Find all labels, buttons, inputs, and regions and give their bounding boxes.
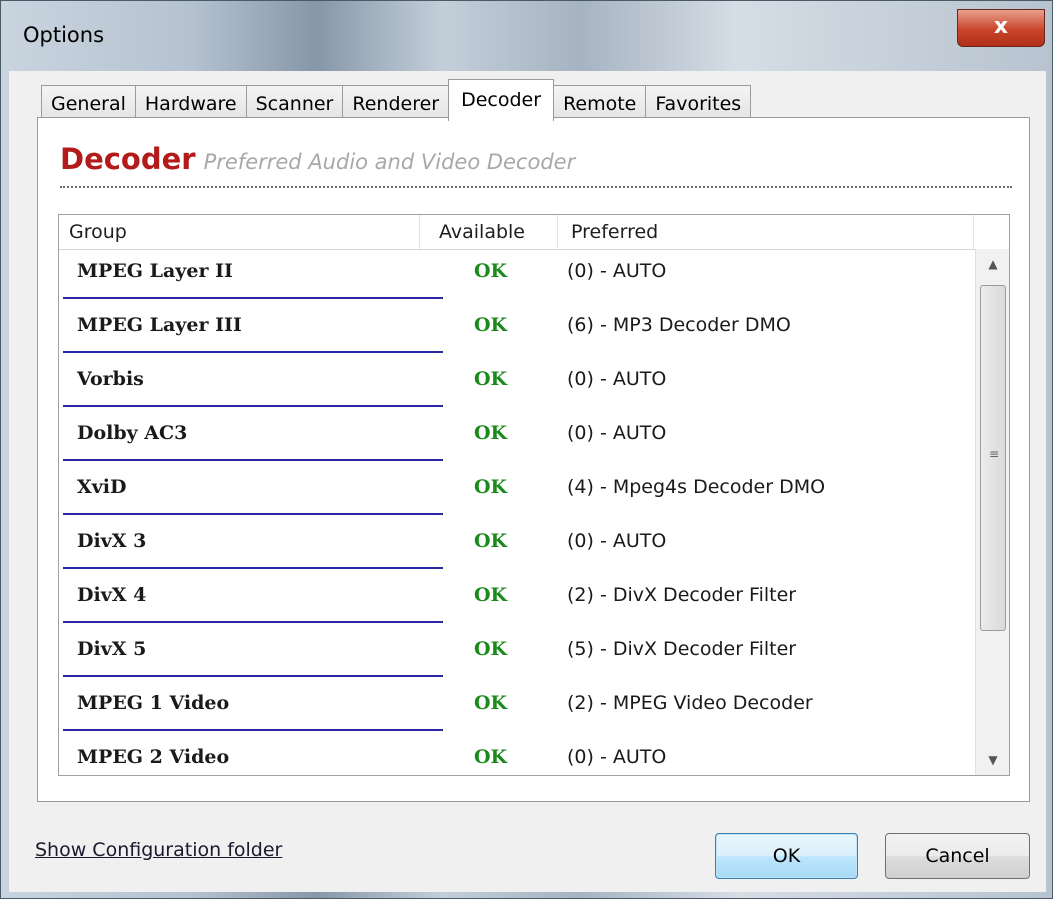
available-cell: OK [474,260,508,282]
list-item[interactable]: MPEG 2 Video OK (0) - AUTO [59,735,975,775]
tab-hardware[interactable]: Hardware [134,85,247,121]
group-cell: DivX 4 [77,584,147,606]
preferred-cell[interactable]: (2) - DivX Decoder Filter [567,584,796,606]
column-header-group[interactable]: Group [69,221,127,243]
tab-decoder[interactable]: Decoder [448,79,555,121]
group-cell: MPEG Layer II [77,260,233,282]
available-cell: OK [474,422,508,444]
decoder-list[interactable]: Group Available Preferred MPEG Layer II … [58,214,1010,776]
preferred-cell[interactable]: (4) - Mpeg4s Decoder DMO [567,476,825,498]
row-underline [63,675,443,677]
row-underline [63,297,443,299]
list-item[interactable]: DivX 4 OK (2) - DivX Decoder Filter [59,573,975,627]
title-bar[interactable]: Options x [1,1,1052,71]
window-title: Options [23,23,105,47]
tab-scanner[interactable]: Scanner [245,85,344,121]
tab-general[interactable]: General [41,85,136,121]
list-item[interactable]: Dolby AC3 OK (0) - AUTO [59,411,975,465]
ok-button[interactable]: OK [715,833,858,879]
list-item[interactable]: MPEG 1 Video OK (2) - MPEG Video Decoder [59,681,975,735]
list-item[interactable]: MPEG Layer III OK (6) - MP3 Decoder DMO [59,303,975,357]
column-divider[interactable] [557,215,558,249]
page-subtitle: Preferred Audio and Video Decoder [203,150,576,174]
available-cell: OK [474,368,508,390]
group-cell: MPEG Layer III [77,314,242,336]
grip-icon: ≡ [989,447,1000,461]
row-underline [63,459,443,461]
row-underline [63,621,443,623]
preferred-cell[interactable]: (2) - MPEG Video Decoder [567,692,813,714]
column-divider[interactable] [419,215,420,249]
list-item[interactable]: Vorbis OK (0) - AUTO [59,357,975,411]
available-cell: OK [474,746,508,768]
tab-renderer[interactable]: Renderer [342,85,450,121]
close-icon: x [993,14,1009,39]
cancel-button[interactable]: Cancel [885,833,1030,879]
available-cell: OK [474,476,508,498]
tab-favorites[interactable]: Favorites [645,85,752,121]
available-cell: OK [474,692,508,714]
scroll-up-button[interactable]: ▲ [976,249,1009,279]
group-cell: XviD [77,476,127,498]
scroll-thumb[interactable]: ≡ [980,285,1006,631]
show-config-folder-link[interactable]: Show Configuration folder [35,839,282,861]
column-divider[interactable] [973,215,974,249]
row-underline [63,351,443,353]
preferred-cell[interactable]: (6) - MP3 Decoder DMO [567,314,791,336]
preferred-cell[interactable]: (0) - AUTO [567,260,666,282]
preferred-cell[interactable]: (0) - AUTO [567,746,666,768]
panel-heading: Decoder Preferred Audio and Video Decoder [60,142,575,176]
list-item[interactable]: XviD OK (4) - Mpeg4s Decoder DMO [59,465,975,519]
chevron-up-icon: ▲ [988,257,998,271]
available-cell: OK [474,584,508,606]
list-item[interactable]: MPEG Layer II OK (0) - AUTO [59,249,975,303]
available-cell: OK [474,314,508,336]
page-title: Decoder [60,142,196,176]
column-header-preferred[interactable]: Preferred [571,221,658,243]
chevron-down-icon: ▼ [988,753,998,767]
row-underline [63,405,443,407]
available-cell: OK [474,530,508,552]
row-underline [63,567,443,569]
list-rows: MPEG Layer II OK (0) - AUTO MPEG Layer I… [59,249,975,775]
group-cell: Dolby AC3 [77,422,188,444]
group-cell: DivX 5 [77,638,147,660]
preferred-cell[interactable]: (0) - AUTO [567,530,666,552]
tab-remote[interactable]: Remote [553,85,647,121]
group-cell: MPEG 2 Video [77,746,230,768]
list-item[interactable]: DivX 3 OK (0) - AUTO [59,519,975,573]
column-header-available[interactable]: Available [439,221,525,243]
preferred-cell[interactable]: (0) - AUTO [567,368,666,390]
close-button[interactable]: x [957,9,1045,47]
preferred-cell[interactable]: (5) - DivX Decoder Filter [567,638,796,660]
row-underline [63,513,443,515]
group-cell: MPEG 1 Video [77,692,230,714]
tab-strip: General Hardware Scanner Renderer Decode… [41,79,752,121]
available-cell: OK [474,638,508,660]
heading-divider [60,186,1012,188]
row-underline [63,729,443,731]
options-window: Options x General Hardware Scanner Rende… [0,0,1053,899]
scroll-down-button[interactable]: ▼ [976,745,1009,775]
vertical-scrollbar[interactable]: ▲ ≡ ▼ [975,249,1009,775]
list-item[interactable]: DivX 5 OK (5) - DivX Decoder Filter [59,627,975,681]
preferred-cell[interactable]: (0) - AUTO [567,422,666,444]
group-cell: Vorbis [77,368,144,390]
list-header: Group Available Preferred [59,215,1009,250]
dialog-client: General Hardware Scanner Renderer Decode… [9,71,1046,892]
group-cell: DivX 3 [77,530,147,552]
decoder-panel: Decoder Preferred Audio and Video Decoder… [37,117,1030,802]
